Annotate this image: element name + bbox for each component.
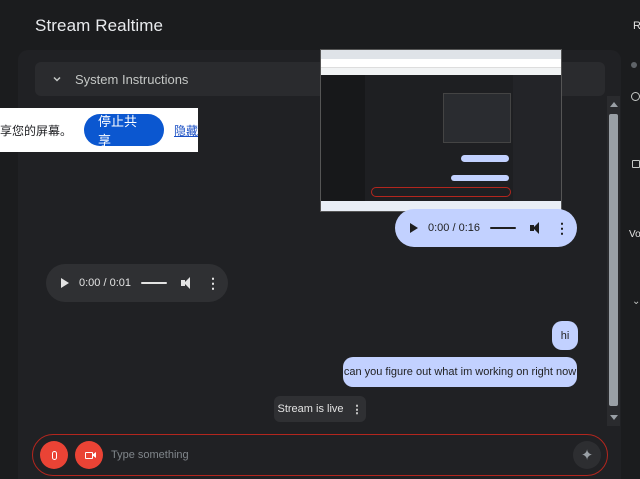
preview-url-bar [321, 59, 561, 68]
video-lens-icon [92, 452, 96, 458]
mic-icon [51, 450, 57, 460]
preview-bubble [461, 155, 509, 162]
user-message: hi [552, 321, 578, 350]
preview-panel [443, 93, 511, 143]
video-button[interactable] [75, 441, 103, 469]
chevron-down-icon [51, 73, 63, 85]
stream-status-label: Stream is live [277, 403, 344, 415]
preview-app-content [321, 75, 561, 205]
chat-scrollbar[interactable] [607, 96, 620, 426]
audio-progress-track[interactable] [490, 227, 516, 229]
user-audio-player: 0:00 / 0:16 ⋮ [395, 209, 577, 247]
right-panel-chevron-icon[interactable]: ⌄ [632, 296, 640, 307]
preview-input-bar [371, 187, 511, 197]
share-banner: 享您的屏幕。 停止共享 隐藏 [0, 108, 198, 152]
audio-time: 0:00 / 0:16 [428, 222, 480, 234]
play-icon[interactable] [410, 223, 418, 233]
model-audio-player: 0:00 / 0:01 ⋮ [46, 264, 228, 302]
share-banner-text: 享您的屏幕。 [0, 123, 73, 138]
more-options-icon[interactable]: ⋮ [555, 221, 569, 235]
preview-right-panel [513, 75, 561, 205]
mic-button[interactable] [40, 441, 68, 469]
scroll-down-arrow-icon[interactable] [610, 415, 618, 420]
chat-input-bar: ✦ [32, 434, 608, 476]
hide-banner-link[interactable]: 隐藏 [174, 122, 198, 139]
send-button[interactable]: ✦ [573, 441, 601, 469]
play-icon[interactable] [61, 278, 69, 288]
preview-bookmarks-bar [321, 68, 561, 75]
page-title: Stream Realtime [35, 16, 164, 35]
audio-time: 0:00 / 0:01 [79, 277, 131, 289]
right-panel-title-fragment: R [633, 20, 640, 32]
stream-status-chip[interactable]: Stream is live ⋮ [274, 396, 366, 422]
app-root: Stream Realtime System Instructions 享您的屏… [0, 0, 640, 479]
sparkle-icon: ✦ [580, 447, 594, 464]
volume-icon[interactable] [530, 222, 542, 234]
user-message: can you figure out what im working on ri… [343, 357, 577, 387]
right-panel-dot-icon [631, 62, 637, 68]
stop-sharing-button[interactable]: 停止共享 [84, 114, 164, 148]
system-instructions-label: System Instructions [75, 71, 189, 87]
preview-tab-bar [321, 50, 561, 59]
scrollbar-thumb[interactable] [609, 114, 618, 406]
scroll-up-arrow-icon[interactable] [610, 102, 618, 107]
more-options-icon[interactable]: ⋮ [352, 403, 363, 416]
right-panel-voice-fragment: Vo [629, 229, 640, 240]
screen-share-preview [320, 49, 562, 212]
volume-icon[interactable] [181, 277, 193, 289]
audio-progress-track[interactable] [141, 282, 167, 284]
right-panel-circle-icon[interactable] [631, 92, 640, 101]
preview-sidebar [321, 75, 365, 205]
more-options-icon[interactable]: ⋮ [206, 276, 220, 290]
right-panel-chat-icon[interactable] [632, 160, 640, 168]
preview-bubble [451, 175, 509, 181]
message-input[interactable] [111, 449, 573, 461]
